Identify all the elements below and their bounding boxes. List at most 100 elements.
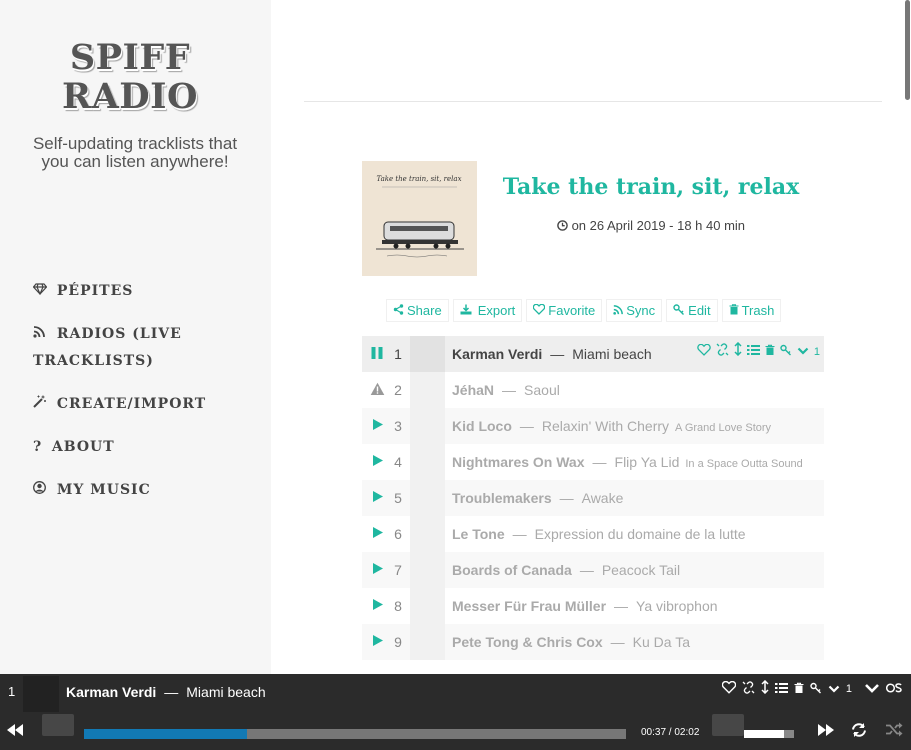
track-artist: Boards of Canada xyxy=(452,562,572,578)
track-row[interactable]: 5 Troublemakers — Awake xyxy=(362,480,824,516)
sync-button[interactable]: Sync xyxy=(606,299,663,322)
track-artist: Pete Tong & Chris Cox xyxy=(452,634,603,650)
track-separator: — xyxy=(519,418,534,434)
trash-button[interactable]: Trash xyxy=(721,299,782,322)
clock-icon xyxy=(557,218,572,233)
nav-item-radios[interactable]: RADIOS (LIVE TRACKLISTS) xyxy=(33,321,253,375)
track-artist: Troublemakers xyxy=(452,490,552,506)
repeat-icon[interactable] xyxy=(850,722,868,743)
track-title: Awake xyxy=(581,490,624,506)
track-number: 7 xyxy=(394,562,402,578)
heart-icon[interactable] xyxy=(721,678,737,700)
track-row[interactable]: 8 Messer Für Frau Müller — Ya vibrophon xyxy=(362,588,824,624)
player-now-playing: Karman Verdi — Miami beach xyxy=(66,684,266,700)
progress-bar-fill xyxy=(84,729,247,739)
track-number: 2 xyxy=(394,382,402,398)
track-info: Messer Für Frau Müller — Ya vibrophon xyxy=(452,588,817,624)
pause-icon[interactable] xyxy=(369,346,385,362)
tracklist: 1 Karman Verdi — Miami beach 1 2 JéhaN — Sao… xyxy=(362,336,824,674)
track-row[interactable]: 4 Nightmares On Wax — Flip Ya Lid In a Spac… xyxy=(362,444,824,480)
play-icon[interactable] xyxy=(369,490,385,506)
site-title[interactable]: SPIFF RADIO xyxy=(0,38,260,116)
previous-button[interactable] xyxy=(6,723,24,742)
rss-icon xyxy=(613,304,624,318)
collapse-player-icon[interactable] xyxy=(864,678,880,700)
track-info: Nightmares On Wax — Flip Ya Lid In a Space … xyxy=(452,444,817,482)
playlist-cover-image: Take the train, sit, relax xyxy=(362,161,477,276)
track-artist: JéhaN xyxy=(452,382,495,398)
key-icon[interactable] xyxy=(780,336,792,368)
reorder-icon[interactable] xyxy=(734,336,742,368)
shuffle-icon[interactable] xyxy=(885,722,903,742)
unlink-icon[interactable] xyxy=(742,678,755,700)
nav-item-about[interactable]: ? ABOUT xyxy=(33,434,253,461)
track-separator: — xyxy=(579,562,594,578)
track-row[interactable]: 9 Pete Tong & Chris Cox — Ku Da Ta xyxy=(362,624,824,660)
track-thumbnail xyxy=(410,480,445,516)
track-separator: — xyxy=(550,346,565,362)
next-button[interactable] xyxy=(817,723,835,742)
export-button[interactable]: Export xyxy=(452,299,523,322)
reorder-icon[interactable] xyxy=(761,678,769,700)
play-icon[interactable] xyxy=(369,526,385,542)
video-toggle[interactable] xyxy=(42,714,74,736)
play-icon[interactable] xyxy=(369,634,385,650)
key-icon xyxy=(673,303,685,318)
track-row[interactable]: 3 Kid Loco — Relaxin' With Cherry A Grand L… xyxy=(362,408,824,444)
list-icon[interactable] xyxy=(746,336,760,368)
header-divider xyxy=(304,101,882,102)
trash-icon[interactable] xyxy=(794,678,804,700)
nav-item-my-music[interactable]: MY MUSIC xyxy=(33,477,253,504)
share-button[interactable]: Share xyxy=(386,299,449,322)
trash-label: Trash xyxy=(741,303,775,318)
track-artist: Nightmares On Wax xyxy=(452,454,585,470)
sidebar: SPIFF RADIO Self-updating tracklists tha… xyxy=(0,0,271,674)
track-number: 5 xyxy=(394,490,402,506)
track-separator: — xyxy=(614,598,629,614)
sync-label: Sync xyxy=(626,303,656,318)
diamond-icon xyxy=(32,278,51,305)
site-title-line2: RADIO xyxy=(62,76,198,117)
track-info: Boards of Canada — Peacock Tail xyxy=(452,552,817,588)
page-scrollbar[interactable] xyxy=(905,0,910,100)
track-separator: — xyxy=(592,454,607,470)
export-label: Export xyxy=(477,303,516,318)
play-icon[interactable] xyxy=(369,454,385,470)
edit-button[interactable]: Edit xyxy=(666,299,718,322)
track-info: JéhaN — Saoul xyxy=(452,372,817,408)
track-number: 6 xyxy=(394,526,402,542)
chevron-down-icon[interactable] xyxy=(828,678,840,700)
chevron-down-icon[interactable] xyxy=(797,336,809,368)
track-row[interactable]: 6 Le Tone — Expression du domaine de la lu… xyxy=(362,516,824,552)
heart-icon[interactable] xyxy=(697,336,711,368)
favorite-button[interactable]: Favorite xyxy=(526,299,603,322)
play-icon[interactable] xyxy=(369,418,385,434)
nav-item-pepites[interactable]: PÉPITES xyxy=(32,278,253,305)
track-row[interactable]: 1 Karman Verdi — Miami beach 1 xyxy=(362,336,824,372)
track-number: 3 xyxy=(394,418,402,434)
track-info: Kid Loco — Relaxin' With Cherry A Grand Lov… xyxy=(452,408,817,446)
play-icon[interactable] xyxy=(369,598,385,614)
progress-bar[interactable] xyxy=(84,729,626,739)
key-icon[interactable] xyxy=(810,678,822,700)
track-row[interactable]: 7 Boards of Canada — Peacock Tail xyxy=(362,552,824,588)
heart-icon xyxy=(533,303,546,318)
nav-item-create-import[interactable]: CREATE/IMPORT xyxy=(33,391,253,418)
track-artist: Kid Loco xyxy=(452,418,512,434)
volume-toggle[interactable] xyxy=(712,714,744,736)
list-icon[interactable] xyxy=(774,678,788,700)
track-thumbnail xyxy=(410,408,445,444)
trash-icon[interactable] xyxy=(765,336,775,368)
track-thumbnail xyxy=(410,588,445,624)
os-logo-icon[interactable] xyxy=(885,678,903,700)
playlist-title: Take the train, sit, relax xyxy=(502,174,800,200)
unlink-icon[interactable] xyxy=(716,336,729,368)
app-root: SPIFF RADIO Self-updating tracklists tha… xyxy=(0,0,911,750)
track-row[interactable]: 2 JéhaN — Saoul xyxy=(362,372,824,408)
track-thumbnail xyxy=(410,444,445,480)
play-icon[interactable] xyxy=(369,562,385,578)
main-nav: PÉPITES RADIOS (LIVE TRACKLISTS) CREATE/… xyxy=(32,278,253,504)
track-separator: — xyxy=(610,634,625,650)
track-title: Miami beach xyxy=(572,346,652,362)
volume-slider[interactable] xyxy=(744,730,794,738)
